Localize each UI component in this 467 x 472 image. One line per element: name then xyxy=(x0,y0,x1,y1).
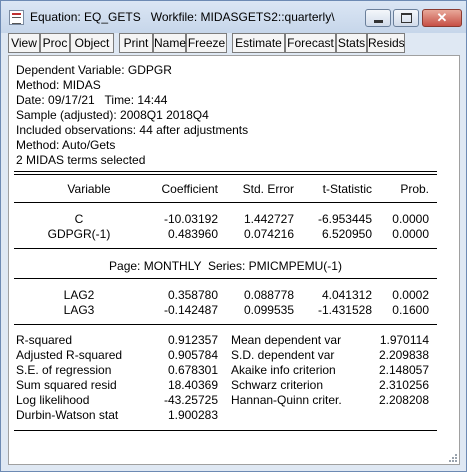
variable-name: LAG2 xyxy=(63,288,95,302)
object-button[interactable]: Object xyxy=(70,33,114,53)
view-button[interactable]: View xyxy=(8,33,40,53)
stat-label: Sum squared resid xyxy=(16,378,117,392)
stat-label: R-squared xyxy=(16,333,73,347)
stats-bottom-rule xyxy=(14,430,437,431)
coefficient-value: -0.142487 xyxy=(163,303,218,317)
column-header-coefficient: Coefficient xyxy=(161,182,218,196)
column-header-std-error: Std. Error xyxy=(242,182,294,196)
variable-name: GDPGR(-1) xyxy=(47,227,111,241)
stat-value: 2.148057 xyxy=(378,363,429,377)
stat-value: 0.905784 xyxy=(167,348,218,362)
stats-top-rule xyxy=(14,324,437,325)
midas-page-label: Page: MONTHLY Series: PMICMPEMU(-1) xyxy=(109,259,342,273)
stat-value: 2.208208 xyxy=(378,393,429,407)
stat-label: Durbin-Watson stat xyxy=(16,408,119,422)
observations-line: Included observations: 44 after adjustme… xyxy=(16,123,249,137)
print-button[interactable]: Print xyxy=(119,33,153,53)
prob-value: 0.0000 xyxy=(392,227,429,241)
dependent-variable-line: Dependent Variable: GDPGR xyxy=(16,63,172,77)
page-label-bottom-rule xyxy=(14,278,437,279)
prob-value: 0.1600 xyxy=(392,303,429,317)
output-pane: Dependent Variable: GDPGR Method: MIDAS … xyxy=(8,55,460,465)
stat-label: S.E. of regression xyxy=(16,363,112,377)
sample-line: Sample (adjusted): 2008Q1 2018Q4 xyxy=(16,108,209,122)
prob-value: 0.0002 xyxy=(392,288,429,302)
coefficient-value: 0.358780 xyxy=(167,288,218,302)
minimize-icon xyxy=(373,19,383,23)
stat-label: Log likelihood xyxy=(16,393,90,407)
page-label-top-rule xyxy=(14,248,437,249)
window-title: Equation: EQ_GETS Workfile: MIDASGETS2::… xyxy=(30,10,335,24)
stat-value: 2.310256 xyxy=(378,378,429,392)
maximize-icon xyxy=(400,13,412,23)
estimate-button[interactable]: Estimate xyxy=(232,33,285,53)
resids-button[interactable]: Resids xyxy=(367,33,405,53)
selection-method-line: Method: Auto/Gets xyxy=(16,138,116,152)
stat-label: Schwarz criterion xyxy=(231,378,324,392)
stat-label: Akaike info criterion xyxy=(231,363,336,377)
std-error-value: 0.074216 xyxy=(243,227,294,241)
t-statistic-value: 6.520950 xyxy=(321,227,372,241)
std-error-value: 1.442727 xyxy=(243,212,294,226)
stat-value: 2.209838 xyxy=(378,348,429,362)
std-error-value: 0.099535 xyxy=(243,303,294,317)
stat-value: 0.912357 xyxy=(167,333,218,347)
minimize-button[interactable] xyxy=(365,9,391,27)
method-line: Method: MIDAS xyxy=(16,78,101,92)
proc-button[interactable]: Proc xyxy=(40,33,70,53)
maximize-button[interactable] xyxy=(393,9,419,27)
table-top-rule-2 xyxy=(14,174,437,175)
forecast-button[interactable]: Forecast xyxy=(285,33,336,53)
stat-label: S.D. dependent var xyxy=(231,348,335,362)
resize-grip-icon[interactable] xyxy=(446,451,458,463)
stat-value: -43.25725 xyxy=(163,393,218,407)
variable-name: C xyxy=(74,212,84,226)
name-button[interactable]: Name xyxy=(153,33,186,53)
std-error-value: 0.088778 xyxy=(243,288,294,302)
prob-value: 0.0000 xyxy=(392,212,429,226)
toolbar: View Proc Object Print Name Freeze Estim… xyxy=(8,33,460,54)
equation-icon xyxy=(9,10,24,25)
t-statistic-value: -6.953445 xyxy=(317,212,372,226)
stat-value: 1.970114 xyxy=(379,333,429,347)
title-bar[interactable]: Equation: EQ_GETS Workfile: MIDASGETS2::… xyxy=(1,1,466,33)
variable-name: LAG3 xyxy=(63,303,95,317)
date-line: Date: 09/17/21 Time: 14:44 xyxy=(16,93,168,107)
coefficient-value: -10.03192 xyxy=(163,212,218,226)
stats-button[interactable]: Stats xyxy=(336,33,367,53)
column-header-t-statistic: t-Statistic xyxy=(322,182,372,196)
stat-label: Mean dependent var xyxy=(231,333,342,347)
stat-value: 18.40369 xyxy=(167,378,218,392)
close-icon: ✕ xyxy=(436,10,448,25)
midas-terms-line: 2 MIDAS terms selected xyxy=(16,153,146,167)
t-statistic-value: 4.041312 xyxy=(321,288,372,302)
freeze-button[interactable]: Freeze xyxy=(186,33,227,53)
table-top-rule xyxy=(14,171,437,172)
close-button[interactable]: ✕ xyxy=(422,9,462,27)
equation-window: Equation: EQ_GETS Workfile: MIDASGETS2::… xyxy=(0,0,467,472)
stat-value: 1.900283 xyxy=(167,408,218,422)
column-header-prob: Prob. xyxy=(400,182,429,196)
coefficient-value: 0.483960 xyxy=(167,227,218,241)
t-statistic-value: -1.431528 xyxy=(317,303,372,317)
column-header-variable: Variable xyxy=(67,182,111,196)
stat-label: Hannan-Quinn criter. xyxy=(231,393,342,407)
stat-value: 0.678301 xyxy=(167,363,218,377)
stat-label: Adjusted R-squared xyxy=(16,348,123,362)
column-header-rule xyxy=(14,202,437,203)
